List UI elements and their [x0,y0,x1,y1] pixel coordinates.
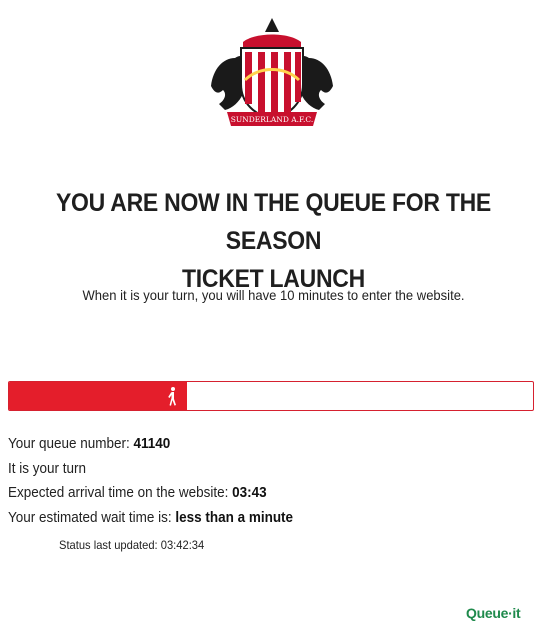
queue-info: Your queue number: 41140 It is your turn… [8,432,315,530]
status-time: 03:42:34 [160,538,205,552]
crest-banner-text: SUNDERLAND A.F.C. [231,115,314,124]
sunderland-crest-icon: SUNDERLAND A.F.C. [211,18,333,126]
queue-it-logo[interactable]: Queue·it [466,605,521,621]
queue-progress-fill [9,382,187,410]
turn-status: It is your turn [8,460,86,477]
wait-row: Your estimated wait time is: less than a… [8,506,293,531]
status-updated: Status last updated: 03:42:34 [59,538,204,552]
queue-progress-bar [8,381,534,411]
club-crest: SUNDERLAND A.F.C. [205,14,339,132]
page-title: YOU ARE NOW IN THE QUEUE FOR THE SEASON … [22,184,525,298]
wait-time-value: less than a minute [175,509,294,526]
wait-label: Your estimated wait time is: [8,509,172,526]
walking-person-icon [168,387,176,406]
queue-number-row: Your queue number: 41140 [8,432,293,457]
queue-number-value: 41140 [133,436,171,452]
queue-number-label: Your queue number: [8,436,130,452]
arrival-label: Expected arrival time on the website: [8,485,229,501]
arrival-time-value: 03:43 [232,485,267,501]
title-line-1: YOU ARE NOW IN THE QUEUE FOR THE SEASON [55,189,491,255]
subtitle: When it is your turn, you will have 10 m… [82,287,465,303]
status-label: Status last updated: [59,538,158,552]
arrival-row: Expected arrival time on the website: 03… [8,481,293,506]
